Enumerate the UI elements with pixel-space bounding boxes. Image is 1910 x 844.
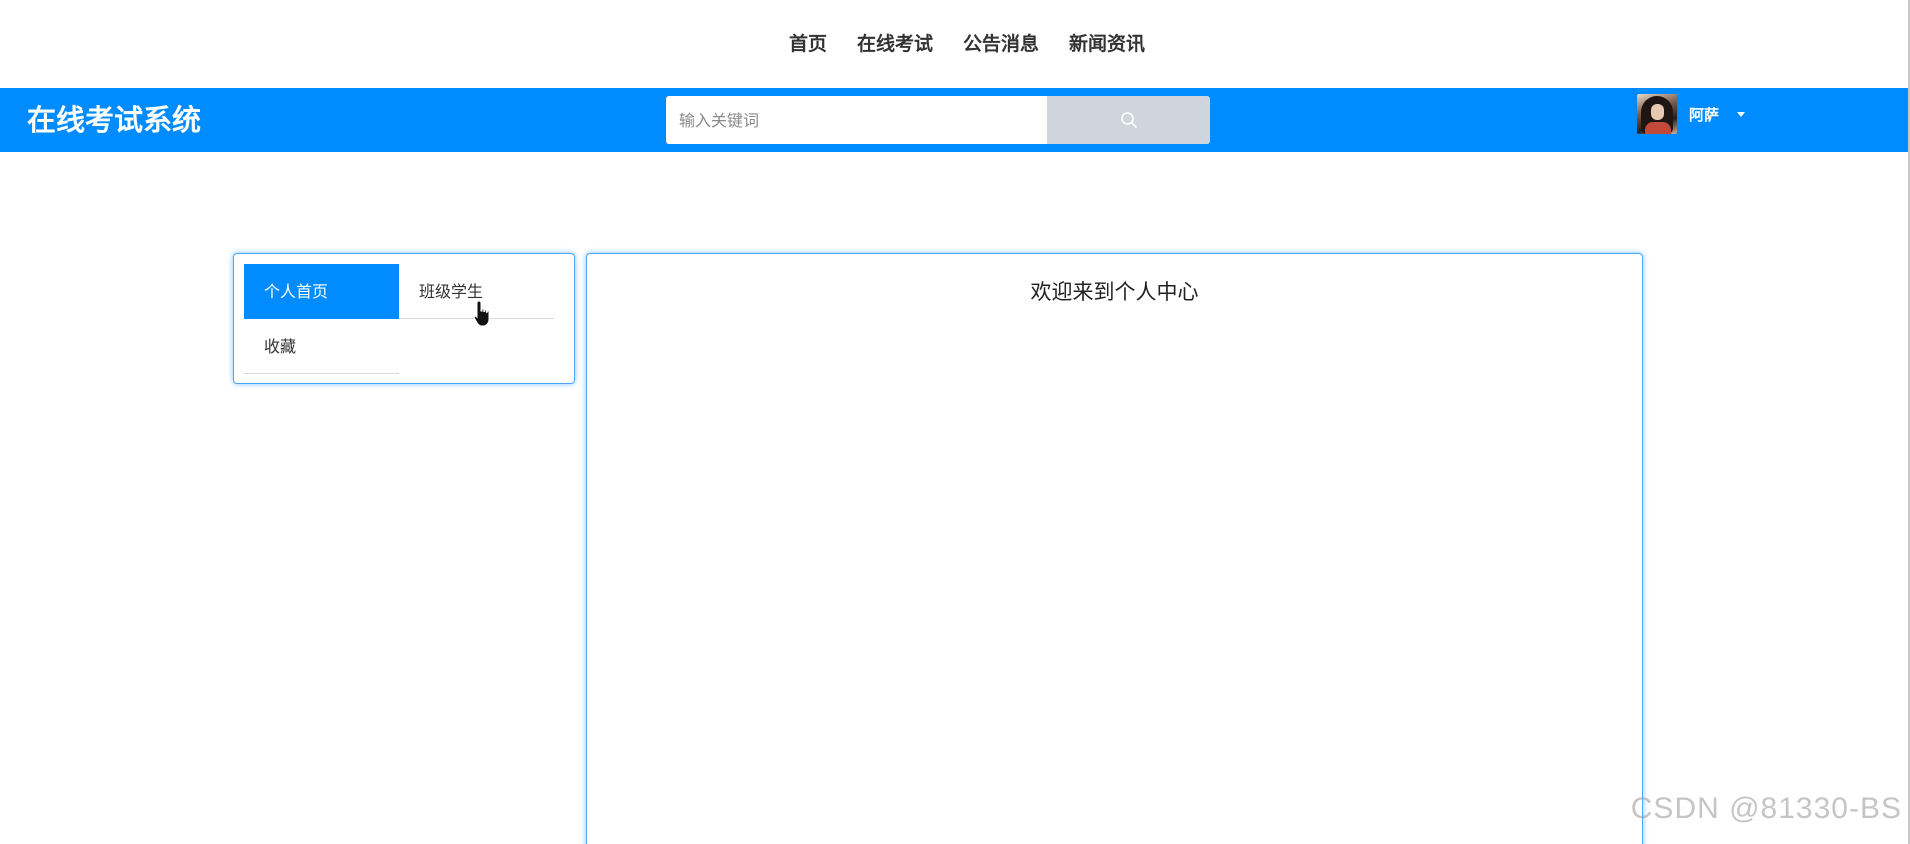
search-input[interactable]	[666, 96, 1047, 144]
sidebar-item-personal-home[interactable]: 个人首页	[244, 264, 399, 319]
nav-link-announcements[interactable]: 公告消息	[948, 30, 1054, 58]
sidebar-item-label: 班级学生	[419, 282, 484, 301]
main-content-panel: 欢迎来到个人中心	[586, 253, 1643, 844]
header-bar: 在线考试系统 阿萨	[0, 88, 1910, 152]
sidebar-item-label: 个人首页	[264, 282, 329, 301]
watermark: CSDN @81330-BS	[1630, 792, 1902, 825]
hand-cursor-icon	[473, 300, 490, 327]
chevron-down-icon[interactable]	[1737, 111, 1746, 117]
nav-link-home[interactable]: 首页	[789, 30, 842, 58]
sidebar-item-favorites[interactable]: 收藏	[244, 319, 399, 374]
search-icon	[1120, 112, 1137, 128]
user-menu[interactable]: 阿萨	[1637, 94, 1746, 134]
sidebar-item-label: 收藏	[264, 337, 297, 356]
welcome-heading: 欢迎来到个人中心	[1030, 280, 1199, 304]
nav-link-online-exam[interactable]: 在线考试	[842, 30, 948, 58]
avatar[interactable]	[1637, 94, 1677, 134]
user-name[interactable]: 阿萨	[1689, 104, 1719, 125]
search-bar	[666, 96, 1210, 144]
site-brand[interactable]: 在线考试系统	[27, 103, 201, 137]
top-navigation: 首页 在线考试 公告消息 新闻资讯	[0, 0, 1910, 88]
sidebar-panel: 个人首页 班级学生 收藏	[233, 253, 575, 384]
search-button[interactable]	[1047, 96, 1210, 144]
nav-link-news[interactable]: 新闻资讯	[1054, 30, 1160, 58]
top-nav-links: 首页 在线考试 公告消息 新闻资讯	[789, 30, 1160, 58]
